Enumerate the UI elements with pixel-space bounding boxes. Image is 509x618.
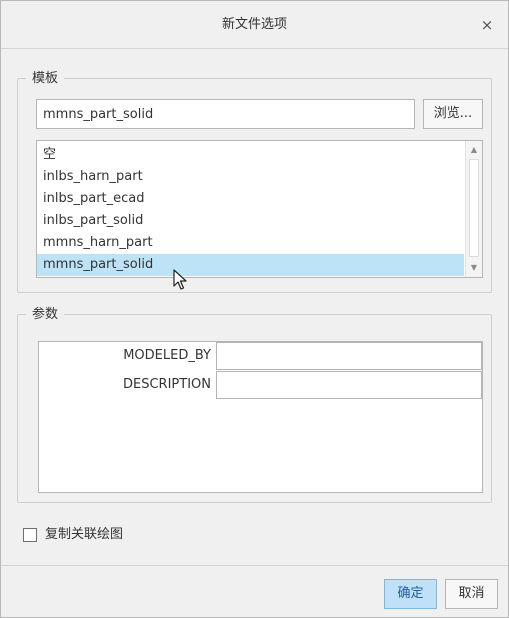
title-bar: 新文件选项 × xyxy=(1,1,508,49)
template-input[interactable] xyxy=(36,99,415,129)
scroll-up-icon[interactable]: ▲ xyxy=(466,142,482,158)
template-group-legend: 模板 xyxy=(26,70,65,87)
description-value-field[interactable] xyxy=(216,371,482,399)
copy-drawing-label[interactable]: 复制关联绘图 xyxy=(45,525,123,545)
mouse-pointer-icon xyxy=(173,269,187,290)
dialog-title: 新文件选项 xyxy=(221,17,287,32)
template-list-item[interactable]: mmns_harn_part xyxy=(37,232,464,254)
template-list-item[interactable]: inlbs_part_solid xyxy=(37,210,464,232)
scroll-thumb[interactable] xyxy=(469,159,479,257)
template-list-items: 空 inlbs_harn_part inlbs_part_ecad inlbs_… xyxy=(37,144,464,276)
close-icon[interactable]: × xyxy=(476,14,498,36)
parameter-name: DESCRIPTION xyxy=(123,377,211,392)
list-scrollbar[interactable]: ▲ ▼ xyxy=(465,141,482,277)
cancel-button[interactable]: 取消 xyxy=(445,579,498,609)
parameter-row: DESCRIPTION xyxy=(39,371,482,399)
parameter-row: MODELED_BY xyxy=(39,342,482,370)
new-file-options-dialog: 新文件选项 × 模板 浏览... 空 inlbs_harn_part inlbs… xyxy=(0,0,509,618)
ok-button[interactable]: 确定 xyxy=(384,579,437,609)
template-list-item[interactable]: inlbs_harn_part xyxy=(37,166,464,188)
parameter-name: MODELED_BY xyxy=(123,348,211,363)
footer-divider xyxy=(1,565,508,566)
template-group: 模板 浏览... 空 inlbs_harn_part inlbs_part_ec… xyxy=(17,70,492,293)
copy-drawing-checkbox[interactable] xyxy=(23,528,37,542)
parameters-group: 参数 MODELED_BY DESCRIPTION xyxy=(17,306,492,503)
browse-button[interactable]: 浏览... xyxy=(423,99,483,129)
parameters-group-legend: 参数 xyxy=(26,306,65,323)
template-list-item[interactable]: inlbs_part_ecad xyxy=(37,188,464,210)
template-list[interactable]: 空 inlbs_harn_part inlbs_part_ecad inlbs_… xyxy=(36,140,483,278)
template-list-item[interactable]: 空 xyxy=(37,144,464,166)
modeled-by-value-field[interactable] xyxy=(216,342,482,370)
template-list-item-selected[interactable]: mmns_part_solid xyxy=(37,254,464,276)
parameters-table: MODELED_BY DESCRIPTION xyxy=(38,341,483,493)
scroll-down-icon[interactable]: ▼ xyxy=(466,260,482,276)
